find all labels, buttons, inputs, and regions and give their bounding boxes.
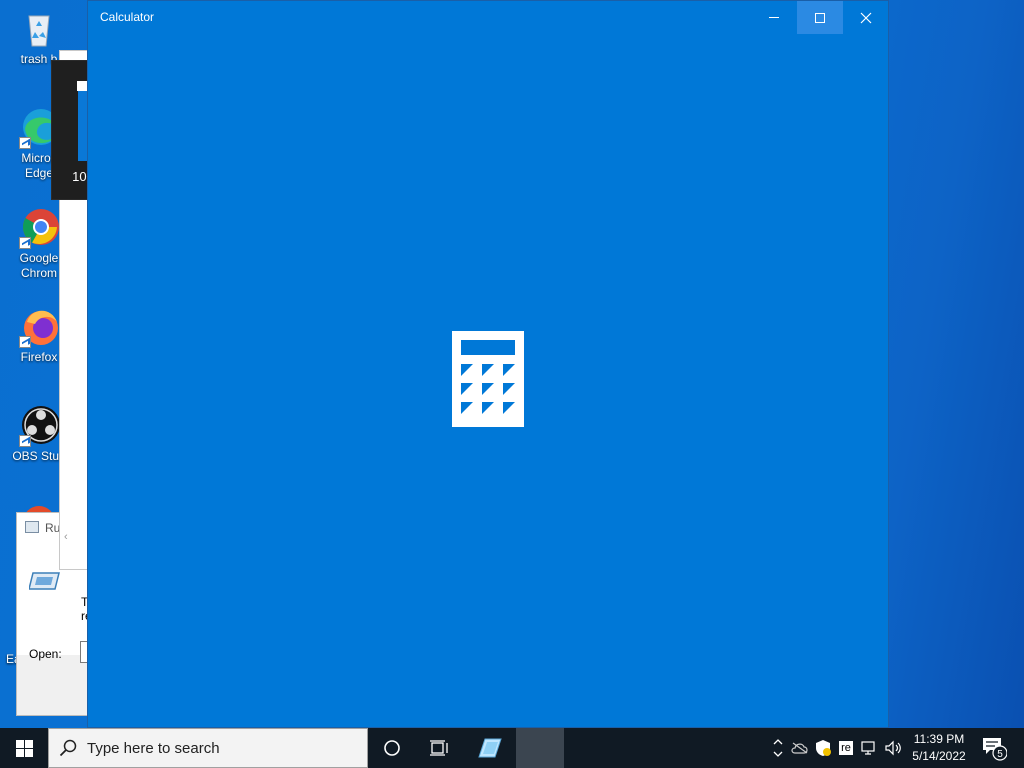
notification-icon: 5 xyxy=(983,738,1007,761)
minimize-button[interactable] xyxy=(751,1,797,34)
shortcut-arrow-icon xyxy=(19,137,31,149)
show-hidden-icons-button[interactable] xyxy=(768,728,788,768)
window-title: Calculator xyxy=(100,10,155,24)
desktop-icon-label: OBS Stud xyxy=(12,449,66,463)
windows-logo-icon xyxy=(15,739,33,757)
task-view-icon xyxy=(430,740,448,756)
search-icon xyxy=(59,739,77,757)
run-icon xyxy=(25,520,39,536)
close-button[interactable] xyxy=(843,1,889,34)
maximize-icon xyxy=(815,12,825,23)
action-center-button[interactable]: 5 xyxy=(976,728,1012,768)
taskbar-clock[interactable]: 11:39 PM 5/14/2022 xyxy=(906,731,972,765)
shortcut-arrow-icon xyxy=(19,336,31,348)
cortana-button[interactable] xyxy=(368,728,416,768)
obs-icon xyxy=(17,403,61,447)
task-view-button[interactable] xyxy=(416,728,464,768)
clock-date: 5/14/2022 xyxy=(912,749,966,763)
cortana-icon xyxy=(384,740,400,756)
security-shield-icon[interactable] xyxy=(813,738,833,758)
volume-icon[interactable] xyxy=(884,738,904,758)
minimize-icon xyxy=(769,17,779,18)
start-button[interactable] xyxy=(0,728,48,768)
shortcut-arrow-icon xyxy=(19,435,31,447)
recycle-bin-icon xyxy=(17,6,61,50)
app-window-icon xyxy=(478,738,502,758)
chevron-down-icon xyxy=(773,751,783,757)
close-icon xyxy=(860,12,872,23)
clock-time: 11:39 PM xyxy=(913,732,965,746)
chrome-icon xyxy=(17,205,61,249)
search-input[interactable] xyxy=(87,739,347,757)
calculator-splash-icon xyxy=(452,331,524,427)
tray-re-icon[interactable]: re xyxy=(836,738,856,758)
taskbar-app-calculator[interactable] xyxy=(516,728,564,768)
chevron-up-icon xyxy=(773,739,783,745)
taskbar: re 11:39 PM 5/14/2022 5 xyxy=(0,728,1024,768)
open-label: Open: xyxy=(29,647,62,661)
run-program-icon xyxy=(28,569,61,596)
network-icon[interactable] xyxy=(860,738,880,758)
notification-count: 5 xyxy=(997,749,1003,760)
calculator-window[interactable]: Calculator xyxy=(87,0,889,728)
calculator-titlebar[interactable]: Calculator xyxy=(88,1,888,34)
scroll-left-icon[interactable]: ‹ xyxy=(64,531,68,543)
taskbar-search-box[interactable] xyxy=(48,728,368,768)
shortcut-arrow-icon xyxy=(19,237,31,249)
maximize-button[interactable] xyxy=(797,1,843,34)
onedrive-icon[interactable] xyxy=(790,738,810,758)
desktop-icon-label: Google Chrom xyxy=(19,251,59,280)
taskbar-app-file-explorer[interactable] xyxy=(466,728,514,768)
firefox-icon xyxy=(17,304,61,348)
desktop-icon-label: Firefox xyxy=(20,350,58,364)
